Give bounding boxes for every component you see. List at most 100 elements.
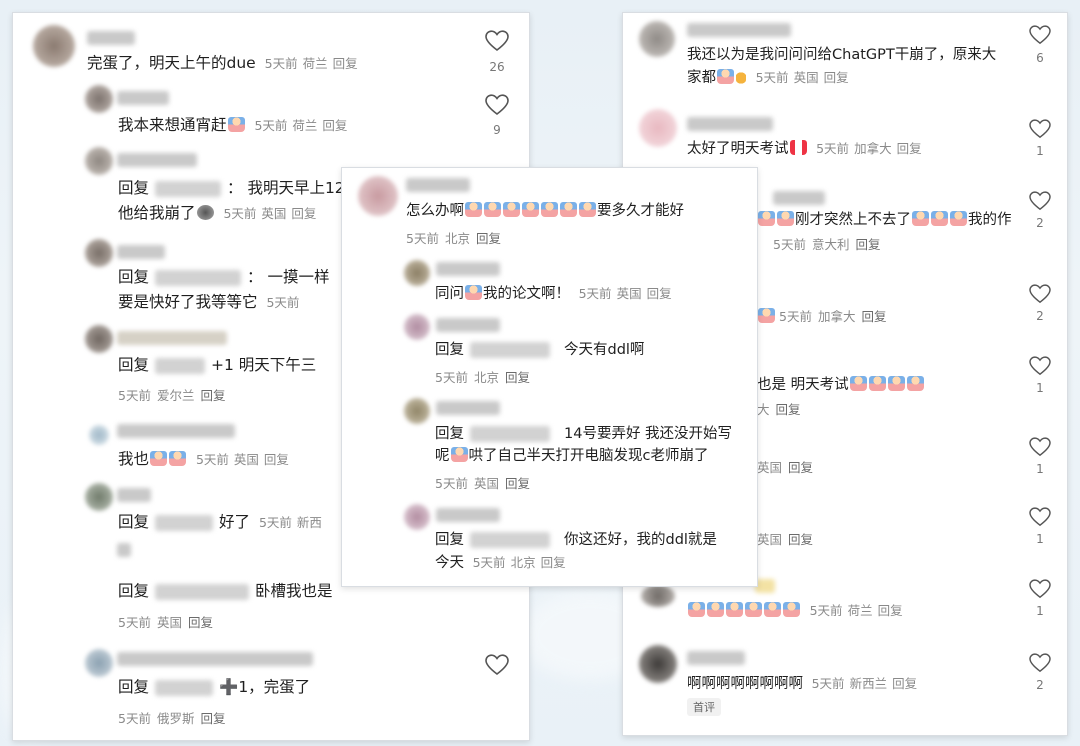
avatar[interactable] (358, 176, 398, 216)
reply-button[interactable]: 回复 (264, 452, 289, 467)
username[interactable] (87, 31, 135, 45)
username[interactable] (687, 651, 745, 665)
username[interactable] (436, 318, 500, 332)
like-count: 2 (1036, 216, 1044, 230)
comment-text: 我本来想通宵赶 5天前 荷兰 回复 (118, 116, 348, 134)
emoji-icon (783, 602, 800, 617)
username[interactable] (436, 262, 500, 276)
emoji-icon (912, 211, 929, 226)
like-heart-icon[interactable] (1029, 119, 1051, 139)
avatar[interactable] (85, 239, 113, 267)
reply-button[interactable]: 回复 (200, 711, 225, 726)
username[interactable] (117, 488, 151, 502)
username[interactable] (117, 424, 235, 438)
like-heart-icon[interactable] (1029, 653, 1051, 673)
emoji-icon (736, 69, 746, 84)
reply-button[interactable]: 回复 (878, 603, 903, 618)
like-heart-icon[interactable] (1029, 191, 1051, 211)
like-heart-icon[interactable] (1029, 437, 1051, 457)
username[interactable] (117, 153, 197, 167)
comment-text: 家都 5天前 英国 回复 (687, 69, 849, 86)
avatar[interactable] (404, 314, 430, 340)
emoji-icon (522, 202, 539, 217)
avatar[interactable] (85, 483, 113, 511)
like-heart-icon[interactable] (1029, 579, 1051, 599)
emoji-icon (758, 308, 775, 323)
comment-text: 我还以为是我问问问给ChatGPT干崩了，原来大 (687, 47, 997, 63)
avatar[interactable] (404, 260, 430, 286)
like-heart-icon[interactable] (485, 30, 509, 52)
comment-meta: 5天前 意大利 回复 (773, 237, 881, 252)
emoji-icon (196, 205, 214, 220)
username[interactable] (117, 245, 165, 259)
reply-button[interactable]: 回复 (892, 676, 917, 691)
emoji-icon (503, 202, 520, 217)
avatar[interactable] (85, 325, 113, 353)
reply-button[interactable]: 回复 (776, 402, 801, 417)
avatar[interactable] (85, 649, 113, 677)
comment-meta: 5天前 英国 回复 (118, 615, 213, 630)
username[interactable] (436, 401, 500, 415)
reply-button[interactable]: 回复 (788, 460, 813, 475)
username[interactable] (687, 117, 773, 131)
like-heart-icon[interactable] (485, 654, 509, 676)
avatar[interactable] (639, 21, 675, 57)
emoji-icon (465, 285, 482, 300)
avatar[interactable] (33, 25, 75, 67)
like-count: 6 (1036, 51, 1044, 65)
emoji-icon (717, 69, 734, 84)
username[interactable] (406, 178, 470, 192)
reply-button[interactable]: 回复 (861, 309, 886, 324)
reply-button[interactable]: 回复 (855, 237, 880, 252)
avatar[interactable] (85, 85, 113, 113)
username[interactable] (773, 191, 825, 205)
username[interactable] (117, 543, 131, 557)
reply-button[interactable]: 回复 (476, 231, 501, 246)
reply-button[interactable]: 回复 (788, 532, 813, 547)
comment-text: 回复 你这还好，我的ddl就是 (435, 532, 717, 548)
like-heart-icon[interactable] (485, 94, 509, 116)
like-count: 2 (1036, 678, 1044, 692)
like-heart-icon[interactable] (1029, 356, 1051, 376)
username[interactable] (117, 331, 227, 345)
like-count: 9 (493, 123, 501, 137)
emoji-icon (465, 202, 482, 217)
avatar[interactable] (404, 398, 430, 424)
comment-text: 回复 卧槽我也是 (118, 582, 333, 600)
emoji-icon (560, 202, 577, 217)
like-heart-icon[interactable] (1029, 25, 1051, 45)
avatar[interactable] (404, 504, 430, 530)
like-heart-icon[interactable] (1029, 284, 1051, 304)
username[interactable] (117, 652, 313, 666)
avatar[interactable] (85, 147, 113, 175)
reply-button[interactable]: 回复 (897, 141, 922, 156)
comment-meta: 5天前 加拿大 回复 (757, 306, 892, 325)
reply-button[interactable]: 回复 (188, 615, 213, 630)
username[interactable] (436, 508, 500, 522)
like-count: 1 (1036, 462, 1044, 476)
comment-text: 回复： 一摸一样 (118, 268, 330, 286)
username[interactable] (117, 91, 169, 105)
reply-button[interactable]: 回复 (824, 70, 849, 85)
reply-button[interactable]: 回复 (505, 476, 530, 491)
reply-button[interactable]: 回复 (541, 555, 566, 570)
comment-text: 太好了明天考试 5天前 加拿大 回复 (687, 140, 922, 157)
avatar[interactable] (641, 585, 675, 607)
username[interactable] (755, 579, 775, 593)
username[interactable] (687, 23, 791, 37)
reply-button[interactable]: 回复 (291, 206, 316, 221)
reply-button[interactable]: 回复 (505, 370, 530, 385)
emoji-icon (758, 211, 775, 226)
reply-button[interactable]: 回复 (333, 56, 358, 71)
reply-button[interactable]: 回复 (647, 286, 672, 301)
emoji-icon (849, 376, 867, 391)
like-heart-icon[interactable] (1029, 507, 1051, 527)
avatar[interactable] (89, 425, 109, 445)
reply-button[interactable]: 回复 (200, 388, 225, 403)
comment-text: 完蛋了，明天上午的due 5天前 荷兰 回复 (87, 54, 358, 72)
emoji-icon (931, 211, 948, 226)
avatar[interactable] (639, 645, 677, 683)
avatar[interactable] (639, 109, 677, 147)
reply-button[interactable]: 回复 (322, 118, 347, 133)
emoji-icon (169, 451, 187, 466)
